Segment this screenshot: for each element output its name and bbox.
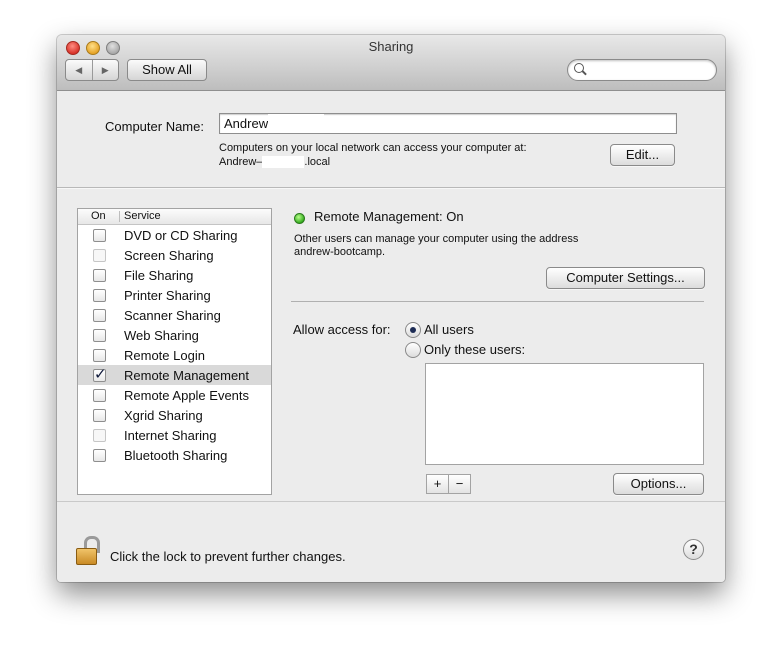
service-label[interactable]: Internet Sharing (124, 428, 217, 443)
only-these-users-radio[interactable] (405, 342, 421, 358)
network-address-prefix: Andrew– (219, 156, 263, 168)
edit-button[interactable]: Edit... (610, 144, 675, 166)
network-address: Andrew– .local (219, 156, 331, 169)
service-row[interactable]: Remote Login (78, 345, 271, 365)
service-label[interactable]: Remote Management (124, 368, 249, 383)
service-label[interactable]: Web Sharing (124, 328, 199, 343)
computer-settings-button[interactable]: Computer Settings... (546, 267, 705, 289)
service-checkbox[interactable] (93, 269, 106, 282)
back-forward-control: ◀ ▶ (65, 59, 119, 81)
only-these-users-label[interactable]: Only these users: (424, 342, 525, 357)
services-section: On Service DVD or CD Sharing Screen Shari… (57, 189, 725, 501)
title-bar: Sharing ◀ ▶ Show All (57, 35, 725, 91)
service-label[interactable]: Screen Sharing (124, 248, 214, 263)
service-row[interactable]: Xgrid Sharing (78, 405, 271, 425)
service-label[interactable]: Remote Login (124, 348, 205, 363)
service-row[interactable]: Screen Sharing (78, 245, 271, 265)
service-row[interactable]: Bluetooth Sharing (78, 445, 271, 465)
service-list-header: On Service (78, 209, 271, 225)
service-checkbox[interactable] (93, 409, 106, 422)
computer-name-section: Computer Name: Andrew Computers on your … (57, 91, 725, 188)
search-field[interactable] (567, 59, 717, 81)
service-checkbox[interactable] (93, 365, 107, 383)
header-on[interactable]: On (91, 210, 106, 222)
computer-name-input[interactable]: Andrew (219, 113, 677, 134)
redacted-address-mask (262, 156, 305, 169)
redacted-name-mask (268, 114, 325, 131)
show-all-button[interactable]: Show All (127, 59, 207, 81)
lock-message: Click the lock to prevent further change… (110, 549, 346, 564)
detail-divider (291, 301, 704, 302)
forward-arrow-icon[interactable]: ▶ (93, 60, 119, 80)
service-label[interactable]: Bluetooth Sharing (124, 448, 227, 463)
service-label[interactable]: DVD or CD Sharing (124, 228, 237, 243)
service-checkbox[interactable] (93, 389, 106, 402)
allowed-users-list[interactable] (425, 363, 704, 465)
service-label[interactable]: File Sharing (124, 268, 193, 283)
service-list[interactable]: On Service DVD or CD Sharing Screen Shari… (77, 208, 272, 495)
service-description-address: andrew-bootcamp. (294, 246, 386, 258)
service-checkbox (93, 429, 106, 442)
service-row[interactable]: Remote Management (78, 365, 271, 385)
options-button[interactable]: Options... (613, 473, 704, 495)
service-rows: DVD or CD Sharing Screen Sharing File Shar… (78, 225, 271, 465)
header-divider (119, 211, 120, 222)
service-row[interactable]: Web Sharing (78, 325, 271, 345)
service-row[interactable]: Scanner Sharing (78, 305, 271, 325)
service-checkbox[interactable] (93, 349, 106, 362)
search-icon (574, 63, 584, 73)
add-user-button[interactable]: + (426, 474, 449, 494)
network-address-caption: Computers on your local network can acce… (219, 142, 527, 154)
service-checkbox[interactable] (93, 289, 106, 302)
sharing-window: Sharing ◀ ▶ Show All Computer Name: Andr… (57, 35, 725, 582)
search-input[interactable] (588, 61, 712, 79)
service-row[interactable]: Remote Apple Events (78, 385, 271, 405)
service-description: Other users can manage your computer usi… (294, 233, 579, 245)
computer-name-value: Andrew (224, 116, 269, 131)
service-checkbox[interactable] (93, 329, 106, 342)
window-title: Sharing (368, 39, 414, 54)
service-checkbox (93, 249, 106, 262)
all-users-radio[interactable] (405, 322, 421, 338)
service-row[interactable]: Internet Sharing (78, 425, 271, 445)
service-checkbox[interactable] (93, 229, 106, 242)
service-label[interactable]: Xgrid Sharing (124, 408, 203, 423)
service-row[interactable]: DVD or CD Sharing (78, 225, 271, 245)
help-icon[interactable]: ? (683, 539, 704, 560)
allow-access-label: Allow access for: (293, 322, 391, 337)
footer: Click the lock to prevent further change… (57, 501, 725, 582)
service-label[interactable]: Printer Sharing (124, 288, 211, 303)
status-indicator-icon (294, 213, 305, 224)
all-users-label[interactable]: All users (424, 322, 474, 337)
computer-name-label: Computer Name: (105, 119, 204, 134)
service-label[interactable]: Scanner Sharing (124, 308, 221, 323)
network-address-suffix: .local (304, 156, 331, 168)
service-row[interactable]: File Sharing (78, 265, 271, 285)
service-label[interactable]: Remote Apple Events (124, 388, 249, 403)
service-checkbox[interactable] (93, 449, 106, 462)
unlocked-lock-icon[interactable] (76, 536, 100, 566)
remove-user-button[interactable]: − (448, 474, 471, 494)
back-arrow-icon[interactable]: ◀ (66, 60, 93, 80)
service-checkbox[interactable] (93, 309, 106, 322)
service-row[interactable]: Printer Sharing (78, 285, 271, 305)
service-status: Remote Management: On (314, 209, 464, 224)
header-service[interactable]: Service (124, 210, 161, 222)
